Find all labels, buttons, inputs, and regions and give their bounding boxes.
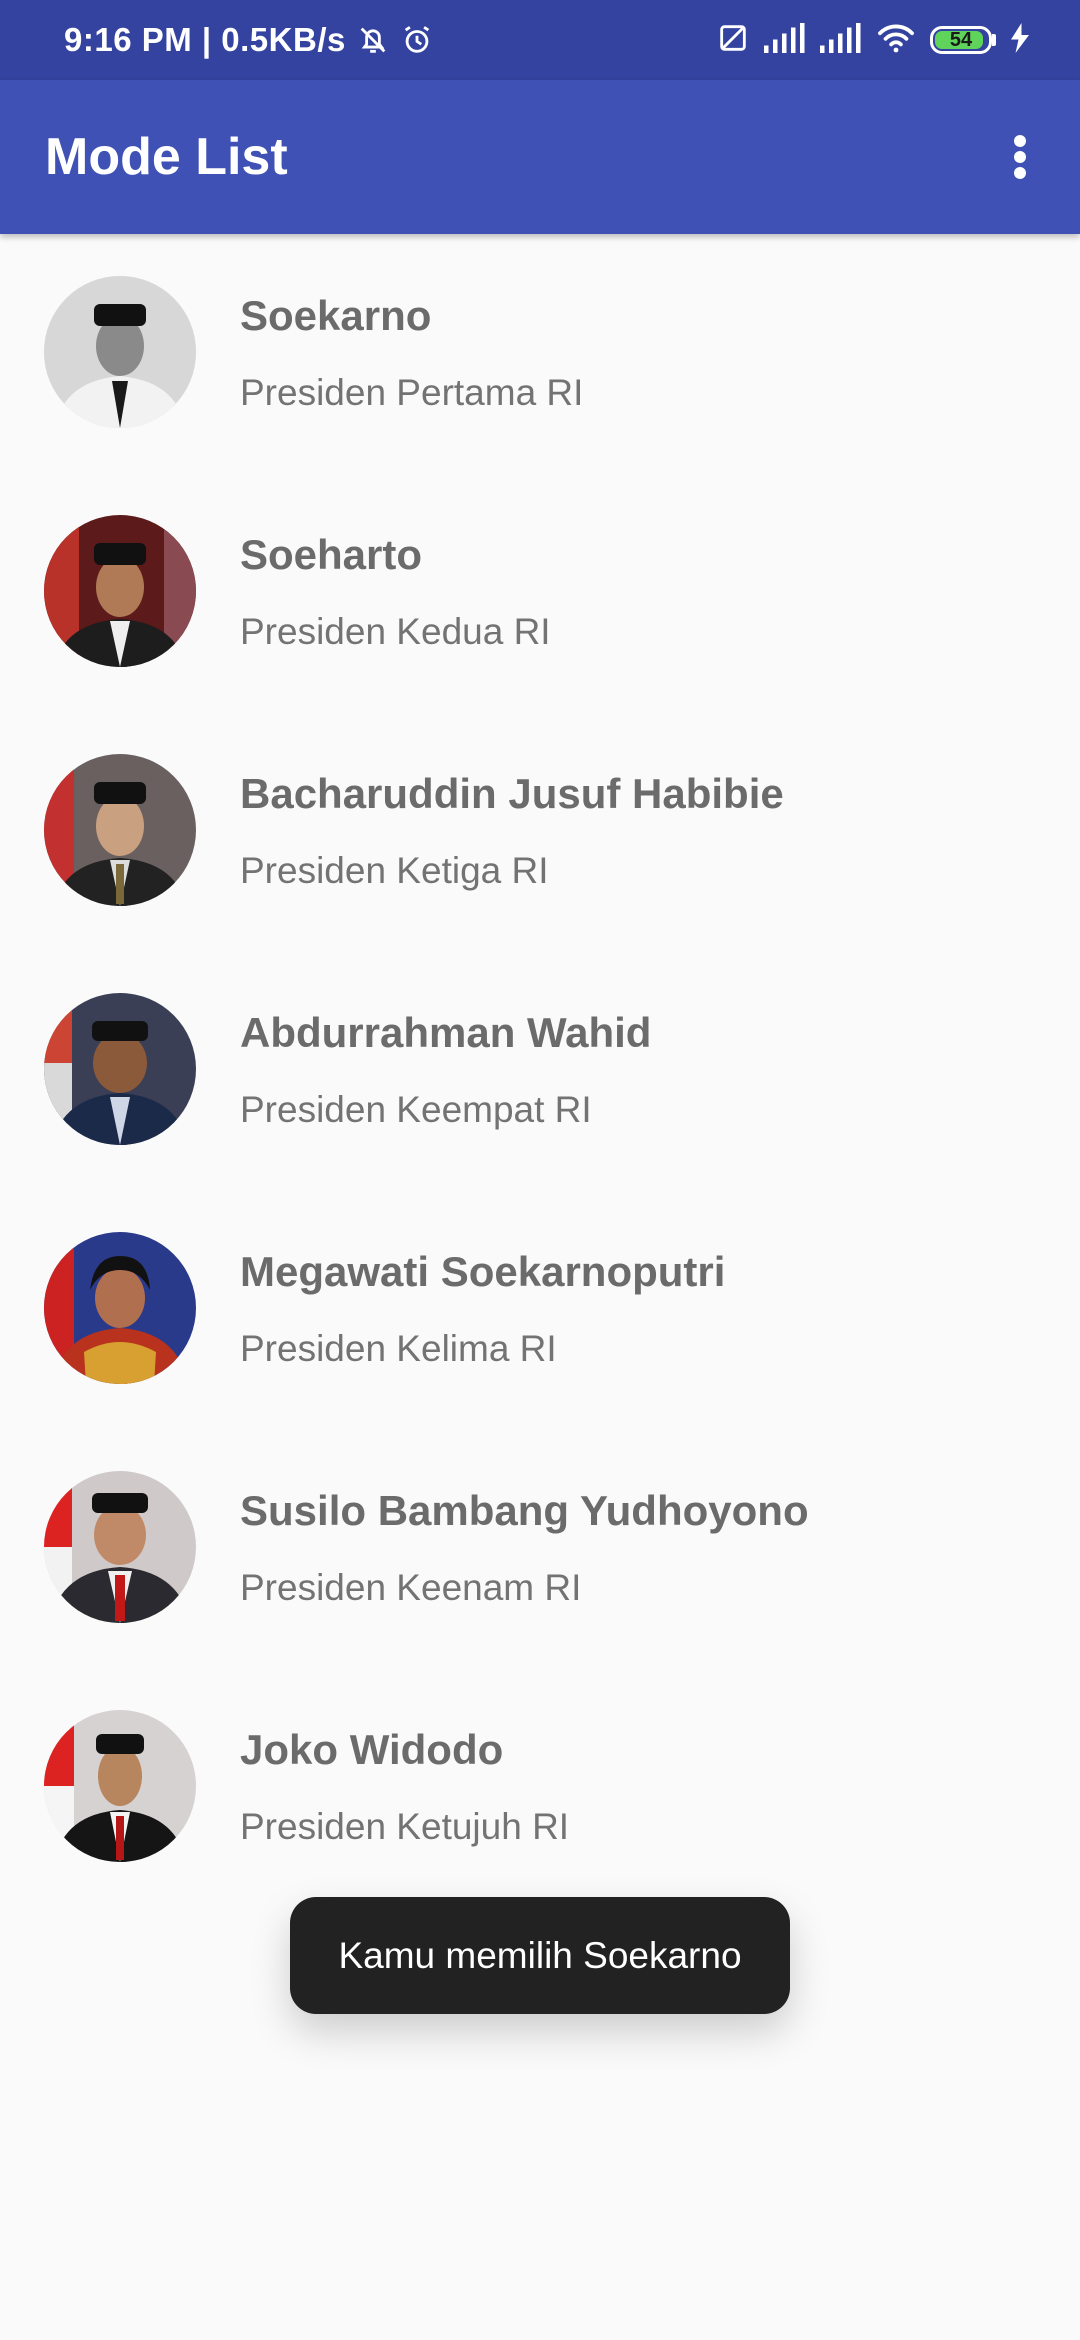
toast-message: Kamu memilih Soekarno bbox=[290, 1897, 790, 2014]
president-name: Susilo Bambang Yudhoyono bbox=[240, 1487, 809, 1534]
president-role: Presiden Keenam RI bbox=[240, 1567, 582, 1608]
time-and-speed: 9:16 PM | 0.5KB/s bbox=[64, 21, 346, 58]
president-name: Megawati Soekarnoputri bbox=[240, 1248, 726, 1295]
list-item[interactable]: Megawati Soekarnoputri Presiden Kelima R… bbox=[0, 1190, 1080, 1429]
alarm-icon bbox=[400, 23, 434, 57]
president-name: Bacharuddin Jusuf Habibie bbox=[240, 770, 784, 817]
list-item[interactable]: Soekarno Presiden Pertama RI bbox=[0, 234, 1080, 473]
list-item[interactable]: Bacharuddin Jusuf Habibie Presiden Ketig… bbox=[0, 712, 1080, 951]
president-name: Joko Widodo bbox=[240, 1726, 504, 1773]
president-role: Presiden Ketujuh RI bbox=[240, 1806, 570, 1847]
app-bar: Mode List bbox=[0, 80, 1080, 234]
president-list: Soekarno Presiden Pertama RI Soeharto Pr… bbox=[0, 234, 1080, 1907]
president-role: Presiden Keempat RI bbox=[240, 1089, 592, 1130]
mute-bell-icon bbox=[356, 23, 390, 57]
status-left: 9:16 PM | 0.5KB/s bbox=[64, 0, 434, 80]
president-role: Presiden Kelima RI bbox=[240, 1328, 557, 1369]
charging-icon bbox=[1010, 22, 1030, 58]
president-role: Presiden Pertama RI bbox=[240, 372, 584, 413]
president-name: Soeharto bbox=[240, 531, 423, 578]
signal-icon bbox=[820, 22, 862, 58]
wifi-icon bbox=[876, 22, 916, 59]
app-title: Mode List bbox=[45, 128, 288, 186]
president-name: Soekarno bbox=[240, 292, 432, 339]
battery-level: 54 bbox=[949, 28, 973, 51]
status-right: 54 bbox=[716, 0, 1030, 80]
sim-off-icon bbox=[716, 21, 750, 60]
signal-icon bbox=[764, 22, 806, 58]
more-vert-icon[interactable] bbox=[990, 127, 1050, 187]
avatar-photo bbox=[44, 1710, 196, 1862]
avatar-photo bbox=[44, 515, 196, 667]
avatar-photo bbox=[44, 754, 196, 906]
president-role: Presiden Ketiga RI bbox=[240, 850, 549, 891]
president-name: Abdurrahman Wahid bbox=[240, 1009, 652, 1056]
avatar-photo bbox=[44, 993, 196, 1145]
president-role: Presiden Kedua RI bbox=[240, 611, 551, 652]
list-item[interactable]: Abdurrahman Wahid Presiden Keempat RI bbox=[0, 951, 1080, 1190]
avatar-photo bbox=[44, 1471, 196, 1623]
list-item[interactable]: Joko Widodo Presiden Ketujuh RI bbox=[0, 1668, 1080, 1907]
list-item[interactable]: Soeharto Presiden Kedua RI bbox=[0, 473, 1080, 712]
list-item[interactable]: Susilo Bambang Yudhoyono Presiden Keenam… bbox=[0, 1429, 1080, 1668]
avatar-photo bbox=[44, 1232, 196, 1384]
toast-text: Kamu memilih Soekarno bbox=[338, 1934, 742, 1976]
avatar-photo bbox=[44, 276, 196, 428]
battery-icon: 54 bbox=[930, 26, 996, 54]
status-bar: 9:16 PM | 0.5KB/s 54 bbox=[0, 0, 1080, 80]
